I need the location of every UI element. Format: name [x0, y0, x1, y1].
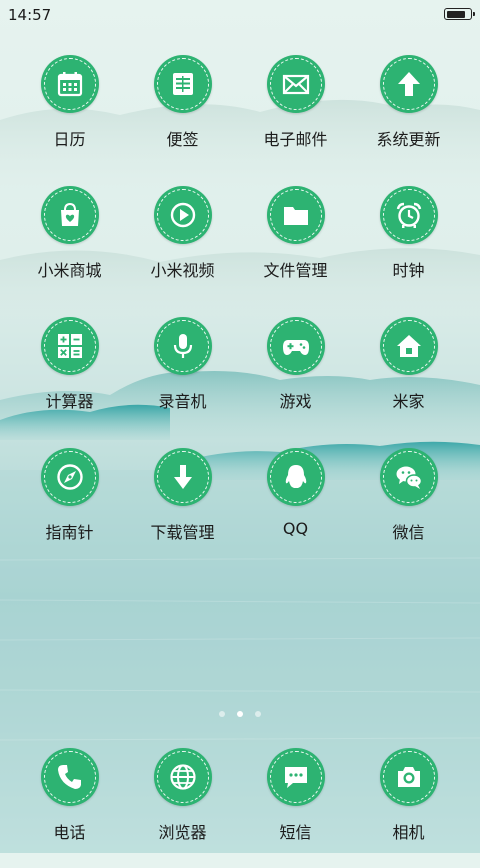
battery-level [446, 10, 466, 18]
message-icon[interactable] [266, 748, 325, 806]
home-icon[interactable] [379, 317, 438, 375]
download-icon[interactable] [153, 448, 212, 506]
app-message[interactable]: 短信 [239, 748, 352, 843]
app-clock[interactable]: 时钟 [352, 186, 465, 281]
app-label: 日历 [53, 130, 86, 149]
app-folder[interactable]: 文件管理 [239, 186, 352, 281]
app-label: 电子邮件 [263, 130, 328, 149]
app-wechat[interactable]: 微信 [352, 448, 465, 543]
app-label: 浏览器 [158, 823, 207, 842]
app-download[interactable]: 下载管理 [126, 448, 239, 543]
app-label: 下载管理 [150, 523, 215, 542]
app-label: 文件管理 [263, 261, 328, 280]
status-bar: 14:57 [0, 0, 480, 30]
page-indicator[interactable] [0, 702, 480, 721]
app-label: 游戏 [279, 392, 312, 411]
app-label: 录音机 [158, 392, 207, 411]
app-gamepad[interactable]: 游戏 [239, 317, 352, 412]
battery-icon [444, 8, 475, 20]
app-label: 电话 [53, 823, 86, 842]
app-compass[interactable]: 指南针 [13, 448, 126, 543]
app-notes[interactable]: 便签 [126, 55, 239, 150]
qq-icon[interactable] [266, 448, 325, 506]
wechat-icon[interactable] [379, 448, 438, 506]
video-icon[interactable] [153, 186, 212, 244]
app-label: QQ [282, 519, 309, 538]
app-label: 短信 [279, 823, 312, 842]
app-update[interactable]: 系统更新 [352, 55, 465, 150]
app-row: 日历 便签 电子邮件 系统更新 [0, 55, 480, 175]
microphone-icon[interactable] [153, 317, 212, 375]
app-label: 微信 [392, 523, 425, 542]
app-label: 相机 [392, 823, 425, 842]
status-time: 14:57 [8, 6, 52, 24]
app-calculator[interactable]: 计算器 [13, 317, 126, 412]
app-label: 小米视频 [150, 261, 215, 280]
app-label: 指南针 [45, 523, 94, 542]
camera-icon[interactable] [379, 748, 438, 806]
shop-icon[interactable] [40, 186, 99, 244]
app-label: 便签 [166, 130, 199, 149]
app-phone[interactable]: 电话 [13, 748, 126, 843]
calendar-icon[interactable] [40, 55, 99, 113]
page-dot[interactable] [255, 711, 261, 717]
app-camera[interactable]: 相机 [352, 748, 465, 843]
app-row: 指南针 下载管理 QQ 微信 [0, 448, 480, 568]
gamepad-icon[interactable] [266, 317, 325, 375]
clock-icon[interactable] [379, 186, 438, 244]
app-row: 小米商城 小米视频 文件管理 时钟 [0, 186, 480, 306]
phone-icon[interactable] [40, 748, 99, 806]
notes-icon[interactable] [153, 55, 212, 113]
calculator-icon[interactable] [40, 317, 99, 375]
app-shop[interactable]: 小米商城 [13, 186, 126, 281]
app-label: 小米商城 [37, 261, 102, 280]
app-row: 计算器 录音机 游戏 米家 [0, 317, 480, 437]
mail-icon[interactable] [266, 55, 325, 113]
dock-row: 电话 浏览器 短信 相机 [0, 748, 480, 868]
app-label: 计算器 [45, 392, 94, 411]
page-dot[interactable] [219, 711, 225, 717]
app-calendar[interactable]: 日历 [13, 55, 126, 150]
app-qq[interactable]: QQ [239, 448, 352, 538]
app-mail[interactable]: 电子邮件 [239, 55, 352, 150]
app-label: 时钟 [392, 261, 425, 280]
app-label: 米家 [392, 392, 425, 411]
app-home[interactable]: 米家 [352, 317, 465, 412]
app-label: 系统更新 [376, 130, 441, 149]
compass-icon[interactable] [40, 448, 99, 506]
app-microphone[interactable]: 录音机 [126, 317, 239, 412]
folder-icon[interactable] [266, 186, 325, 244]
app-video[interactable]: 小米视频 [126, 186, 239, 281]
update-icon[interactable] [379, 55, 438, 113]
page-dot[interactable] [237, 711, 243, 717]
browser-icon[interactable] [153, 748, 212, 806]
app-browser[interactable]: 浏览器 [126, 748, 239, 843]
